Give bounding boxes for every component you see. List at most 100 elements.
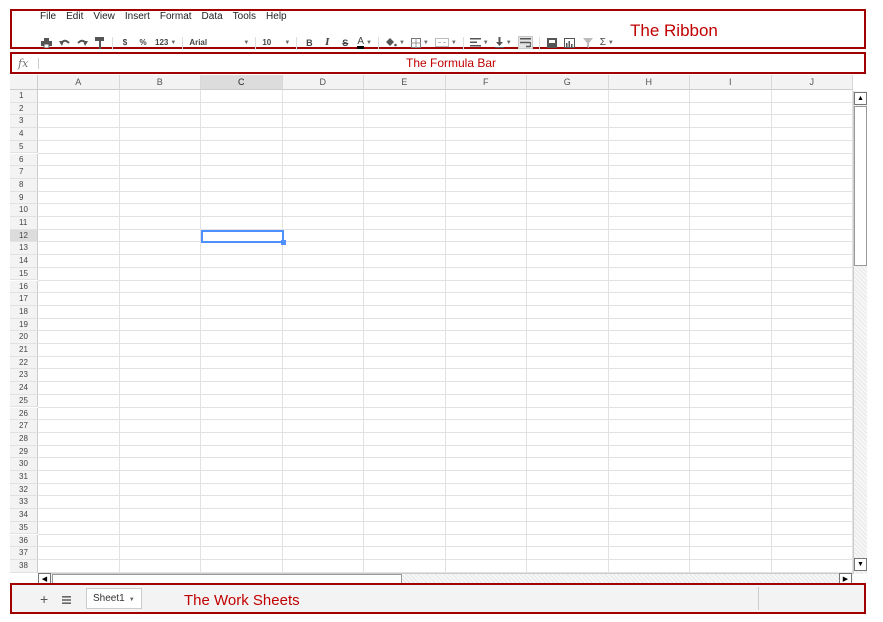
bold-button[interactable]: B — [303, 36, 315, 49]
menu-insert[interactable]: Insert — [125, 11, 150, 25]
row-header-30[interactable]: 30 — [10, 458, 38, 471]
row-header-32[interactable]: 32 — [10, 483, 38, 497]
row-header-16[interactable]: 16 — [10, 280, 38, 294]
row-header-27[interactable]: 27 — [10, 420, 38, 433]
column-header-c[interactable]: C — [201, 75, 283, 90]
scroll-up-icon[interactable]: ▲ — [854, 92, 867, 105]
menu-tools[interactable]: Tools — [233, 11, 256, 25]
undo-icon[interactable] — [58, 36, 70, 49]
chevron-down-icon[interactable]: ▼ — [129, 597, 135, 603]
strikethrough-button[interactable]: S — [339, 36, 351, 49]
menu-format[interactable]: Format — [160, 11, 192, 25]
valign-icon[interactable]: ▼ — [494, 36, 512, 49]
row-gridline — [38, 304, 853, 306]
row-header-23[interactable]: 23 — [10, 369, 38, 383]
row-header-33[interactable]: 33 — [10, 496, 38, 510]
add-sheet-button[interactable]: + — [40, 592, 48, 606]
menu-file[interactable]: File — [40, 11, 56, 25]
row-header-6[interactable]: 6 — [10, 153, 38, 167]
text-color-button[interactable]: A ▼ — [357, 36, 372, 49]
row-header-15[interactable]: 15 — [10, 267, 38, 281]
column-gridline — [200, 90, 201, 574]
row-header-29[interactable]: 29 — [10, 445, 38, 459]
column-gridline — [281, 90, 283, 574]
row-header-13[interactable]: 13 — [10, 242, 38, 256]
row-header-14[interactable]: 14 — [10, 255, 38, 268]
row-header-9[interactable]: 9 — [10, 191, 38, 205]
row-header-26[interactable]: 26 — [10, 407, 38, 421]
spreadsheet-grid[interactable]: ABCDEFGHIJ 1 2 3 4 5 6 7 8 9 10 11 12 13 14 15 16 17 18 19… — [10, 75, 853, 574]
filter-icon[interactable] — [582, 36, 594, 49]
fill-color-icon[interactable]: ▼ — [385, 36, 405, 49]
percent-button[interactable]: % — [137, 36, 149, 49]
row-header-37[interactable]: 37 — [10, 547, 38, 560]
chevron-down-icon: ▼ — [607, 39, 614, 46]
functions-icon[interactable]: Σ ▼ — [600, 36, 614, 49]
row-header-24[interactable]: 24 — [10, 382, 38, 395]
merge-cells-icon[interactable]: ▼ — [434, 36, 457, 49]
row-header-38[interactable]: 38 — [10, 559, 38, 573]
column-header-i[interactable]: I — [690, 75, 772, 90]
redo-icon[interactable] — [76, 36, 88, 49]
menu-help[interactable]: Help — [266, 11, 287, 25]
font-size-select[interactable]: 10 ▼ — [262, 36, 290, 49]
currency-button[interactable]: $ — [119, 36, 131, 49]
row-header-12[interactable]: 12 — [10, 229, 38, 243]
row-header-31[interactable]: 31 — [10, 471, 38, 484]
font-family-select[interactable]: Arial ▼ — [189, 36, 249, 49]
insert-chart-icon[interactable] — [564, 36, 576, 49]
column-header-h[interactable]: H — [608, 75, 690, 90]
insert-comment-icon[interactable] — [546, 36, 558, 49]
align-icon[interactable]: ▼ — [469, 36, 489, 49]
row-header-1[interactable]: 1 — [10, 90, 38, 103]
number-format-button[interactable]: 123 ▼ — [155, 36, 176, 49]
row-header-18[interactable]: 18 — [10, 305, 38, 319]
fill-handle[interactable] — [280, 240, 286, 246]
scroll-down-icon[interactable]: ▼ — [854, 558, 867, 571]
row-header-36[interactable]: 36 — [10, 534, 38, 548]
sheet-tab[interactable]: Sheet1 ▼ — [86, 588, 142, 609]
column-header-b[interactable]: B — [119, 75, 201, 90]
row-gridline — [38, 177, 853, 179]
row-header-20[interactable]: 20 — [10, 331, 38, 344]
row-header-21[interactable]: 21 — [10, 344, 38, 357]
menu-view[interactable]: View — [93, 11, 115, 25]
paint-format-icon[interactable] — [94, 36, 106, 49]
column-header-j[interactable]: J — [771, 75, 853, 90]
column-gridline — [363, 90, 364, 574]
row-header-2[interactable]: 2 — [10, 102, 38, 116]
row-header-7[interactable]: 7 — [10, 166, 38, 179]
vertical-scroll-thumb[interactable] — [854, 106, 867, 266]
row-header-4[interactable]: 4 — [10, 128, 38, 141]
row-header-17[interactable]: 17 — [10, 293, 38, 306]
row-header-34[interactable]: 34 — [10, 509, 38, 522]
column-header-f[interactable]: F — [445, 75, 527, 90]
borders-icon[interactable]: ▼ — [410, 36, 429, 49]
list-sheets-icon[interactable] — [62, 595, 71, 604]
italic-button[interactable]: I — [321, 36, 333, 49]
menu-edit[interactable]: Edit — [66, 11, 83, 25]
active-cell[interactable] — [201, 229, 286, 246]
row-header-22[interactable]: 22 — [10, 356, 38, 370]
row-header-19[interactable]: 19 — [10, 318, 38, 332]
formula-input[interactable] — [42, 56, 402, 70]
row-header-3[interactable]: 3 — [10, 115, 38, 129]
column-header-e[interactable]: E — [364, 75, 446, 90]
row-header-35[interactable]: 35 — [10, 521, 38, 535]
formula-bar: fx The Formula Bar — [10, 52, 866, 74]
row-header-25[interactable]: 25 — [10, 394, 38, 408]
row-header-11[interactable]: 11 — [10, 217, 38, 230]
column-header-g[interactable]: G — [527, 75, 609, 90]
row-header-5[interactable]: 5 — [10, 140, 38, 154]
chevron-down-icon: ▼ — [422, 39, 429, 46]
row-header-28[interactable]: 28 — [10, 432, 38, 446]
select-all-corner[interactable] — [10, 75, 38, 90]
menu-data[interactable]: Data — [202, 11, 223, 25]
column-header-a[interactable]: A — [38, 75, 120, 90]
row-header-8[interactable]: 8 — [10, 178, 38, 192]
row-header-10[interactable]: 10 — [10, 204, 38, 217]
wrap-text-icon[interactable] — [517, 36, 533, 49]
print-icon[interactable] — [40, 36, 52, 49]
column-header-d[interactable]: D — [282, 75, 364, 90]
vertical-scrollbar[interactable]: ▲ ▼ — [853, 91, 867, 574]
